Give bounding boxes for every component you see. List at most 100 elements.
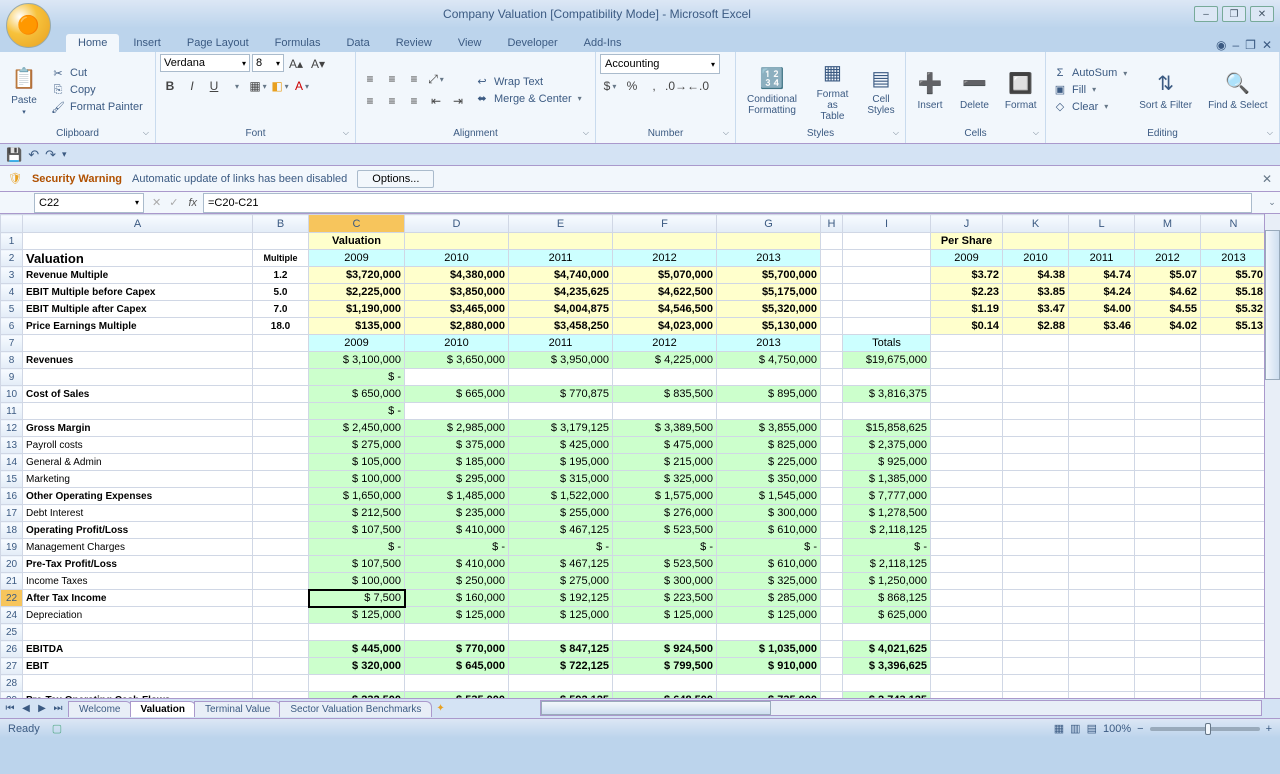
tab-formulas[interactable]: Formulas [263, 34, 333, 52]
font-group-label: Font [160, 126, 351, 141]
delete-cells-button[interactable]: ➖Delete [954, 68, 995, 113]
sheet-tab-terminal[interactable]: Terminal Value [194, 701, 281, 717]
cell-styles-button[interactable]: ▤Cell Styles [861, 62, 901, 118]
autosum-button[interactable]: ΣAutoSum [1050, 66, 1129, 80]
font-size-select[interactable]: 8▾ [252, 54, 284, 72]
conditional-formatting-button[interactable]: 🔢Conditional Formatting [740, 62, 804, 118]
security-options-button[interactable]: Options... [357, 170, 434, 188]
minimize-ribbon-icon[interactable]: – [1232, 38, 1239, 52]
tab-nav-first-icon[interactable]: ⏮ [2, 703, 18, 714]
tab-insert[interactable]: Insert [121, 34, 173, 52]
shrink-font-icon[interactable]: A▾ [308, 54, 328, 74]
sort-filter-button[interactable]: ⇅Sort & Filter [1133, 68, 1198, 113]
vertical-scrollbar[interactable] [1264, 214, 1280, 698]
align-left-icon[interactable]: ≡ [360, 91, 380, 111]
align-top-icon[interactable]: ≡ [360, 69, 380, 89]
view-pagebreak-icon[interactable]: ▤ [1087, 722, 1097, 735]
qat-customize-icon[interactable]: ▾ [62, 149, 67, 160]
zoom-slider[interactable] [1150, 727, 1260, 731]
bold-button[interactable]: B [160, 76, 180, 96]
restore-button[interactable]: ❐ [1222, 6, 1246, 22]
save-icon[interactable]: 💾 [6, 147, 22, 163]
sheet-tab-valuation[interactable]: Valuation [130, 701, 196, 717]
view-layout-icon[interactable]: ▥ [1070, 722, 1080, 735]
find-select-button[interactable]: 🔍Find & Select [1202, 68, 1273, 113]
tab-nav-prev-icon[interactable]: ◀ [18, 703, 34, 714]
grow-font-icon[interactable]: A▴ [286, 54, 306, 74]
view-normal-icon[interactable]: ▦ [1054, 722, 1064, 735]
font-name-select[interactable]: Verdana▾ [160, 54, 250, 72]
italic-button[interactable]: I [182, 76, 202, 96]
border-button[interactable]: ▦ [248, 76, 268, 96]
fill-button[interactable]: ▣Fill [1050, 82, 1129, 97]
paste-button[interactable]: 📋Paste▾ [4, 63, 44, 118]
tab-page-layout[interactable]: Page Layout [175, 34, 261, 52]
expand-formula-bar-icon[interactable]: ⌄ [1266, 197, 1278, 208]
sheet-tab-welcome[interactable]: Welcome [68, 701, 132, 717]
decrease-decimal-icon[interactable]: ←.0 [688, 76, 708, 96]
name-box[interactable]: C22▾ [34, 193, 144, 213]
percent-format-icon[interactable]: % [622, 76, 642, 96]
horizontal-scrollbar[interactable] [540, 700, 1262, 716]
zoom-out-icon[interactable]: − [1137, 723, 1143, 735]
align-right-icon[interactable]: ≡ [404, 91, 424, 111]
tab-view[interactable]: View [446, 34, 494, 52]
tab-data[interactable]: Data [334, 34, 381, 52]
enter-formula-icon[interactable]: ✓ [165, 196, 182, 209]
styles-group-label: Styles [740, 126, 901, 141]
copy-button[interactable]: ⎘Copy [48, 83, 145, 98]
macro-record-icon[interactable]: ▢ [52, 722, 62, 735]
formula-input[interactable]: =C20-C21 [203, 193, 1252, 213]
select-all-corner[interactable] [1, 215, 23, 233]
format-cells-button[interactable]: 🔲Format [999, 68, 1043, 113]
tab-review[interactable]: Review [384, 34, 444, 52]
align-bottom-icon[interactable]: ≡ [404, 69, 424, 89]
increase-decimal-icon[interactable]: .0→ [666, 76, 686, 96]
tab-home[interactable]: Home [66, 34, 119, 52]
format-as-table-button[interactable]: ▦Format as Table [808, 57, 857, 124]
minimize-button[interactable]: – [1194, 6, 1218, 22]
number-format-select[interactable]: Accounting▾ [600, 54, 720, 74]
fill-color-button[interactable]: ◧ [270, 76, 290, 96]
close-workbook-icon[interactable]: ✕ [1262, 38, 1272, 52]
tab-developer[interactable]: Developer [495, 34, 569, 52]
insert-sheet-icon[interactable]: ✦ [430, 703, 450, 714]
window-title: Company Valuation [Compatibility Mode] -… [0, 7, 1194, 21]
wrap-text-button[interactable]: ↩Wrap Text [472, 74, 584, 89]
undo-icon[interactable]: ↶ [28, 147, 39, 163]
align-center-icon[interactable]: ≡ [382, 91, 402, 111]
help-icon[interactable]: ◉ [1216, 38, 1226, 52]
ribbon-tabs: Home Insert Page Layout Formulas Data Re… [0, 28, 1280, 52]
office-button[interactable]: 🟠 [6, 3, 51, 48]
format-painter-button[interactable]: 🖌Format Painter [48, 100, 145, 115]
accounting-format-icon[interactable]: $ [600, 76, 620, 96]
restore-window-icon[interactable]: ❐ [1245, 38, 1256, 52]
merge-center-button[interactable]: ⬌Merge & Center [472, 91, 584, 106]
cut-button[interactable]: ✂Cut [48, 66, 145, 81]
tab-nav-last-icon[interactable]: ⏭ [50, 703, 66, 714]
tab-addins[interactable]: Add-Ins [572, 34, 634, 52]
security-close-icon[interactable]: ✕ [1262, 172, 1272, 186]
sheet-tab-sector[interactable]: Sector Valuation Benchmarks [279, 701, 432, 717]
column-headers[interactable]: ABCDEFGHIJKLMN [1, 215, 1267, 233]
orientation-icon[interactable]: ⤢ [426, 69, 446, 89]
insert-cells-button[interactable]: ➕Insert [910, 68, 950, 113]
zoom-in-icon[interactable]: + [1266, 723, 1272, 735]
spreadsheet-grid[interactable]: ABCDEFGHIJKLMN 1ValuationPer Share 2Valu… [0, 214, 1280, 698]
underline-split[interactable] [226, 76, 246, 96]
tab-nav-next-icon[interactable]: ▶ [34, 703, 50, 714]
zoom-level[interactable]: 100% [1103, 723, 1131, 735]
increase-indent-icon[interactable]: ⇥ [448, 91, 468, 111]
redo-icon[interactable]: ↷ [45, 147, 56, 163]
decrease-indent-icon[interactable]: ⇤ [426, 91, 446, 111]
clear-button[interactable]: ◇Clear [1050, 99, 1129, 114]
comma-format-icon[interactable]: , [644, 76, 664, 96]
underline-button[interactable]: U [204, 76, 224, 96]
close-button[interactable]: ✕ [1250, 6, 1274, 22]
font-color-button[interactable]: A [292, 76, 312, 96]
number-group-label: Number [600, 126, 731, 141]
alignment-group-label: Alignment [360, 126, 591, 141]
cancel-formula-icon[interactable]: ✕ [148, 196, 165, 209]
align-middle-icon[interactable]: ≡ [382, 69, 402, 89]
fx-icon[interactable]: fx [182, 197, 203, 209]
